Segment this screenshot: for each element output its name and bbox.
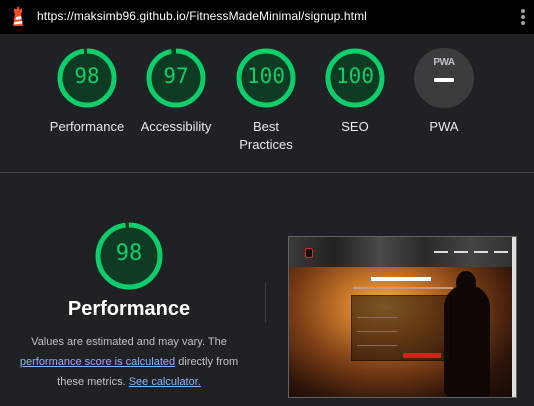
gauge-accessibility[interactable]: 97 Accessibility bbox=[126, 48, 226, 136]
score-label: PWA bbox=[429, 119, 459, 134]
score-value: 100 bbox=[247, 64, 285, 88]
score-label: Accessibility bbox=[140, 119, 212, 134]
score-label: SEO bbox=[341, 119, 369, 134]
performance-description: Values are estimated and may vary. The p… bbox=[14, 332, 244, 392]
performance-detail-title: Performance bbox=[67, 298, 191, 320]
description-text: Values are estimated and may vary. The bbox=[31, 336, 227, 348]
gauge-seo[interactable]: 100 SEO bbox=[305, 48, 405, 136]
thumbnail-form-title bbox=[371, 277, 431, 281]
thumbnail-field bbox=[357, 331, 397, 332]
score-value: 98 bbox=[74, 64, 100, 88]
score-value: 100 bbox=[336, 64, 374, 88]
browser-header: https://maksimb96.github.io/FitnessMadeM… bbox=[0, 0, 534, 34]
gauge-performance[interactable]: 98 Performance bbox=[37, 48, 137, 136]
thumbnail-form bbox=[351, 295, 451, 361]
score-label: Best Practices bbox=[239, 119, 293, 152]
kebab-menu-icon[interactable] bbox=[521, 9, 525, 25]
calculator-link[interactable]: See calculator. bbox=[129, 376, 201, 388]
pwa-dash bbox=[434, 78, 454, 82]
pwa-badge-icon: PWA bbox=[414, 48, 474, 108]
page-url[interactable]: https://maksimb96.github.io/FitnessMadeM… bbox=[37, 9, 367, 23]
gauge-pwa[interactable]: PWA PWA bbox=[394, 48, 494, 136]
vertical-divider bbox=[265, 283, 266, 323]
section-divider bbox=[0, 172, 534, 173]
thumbnail-field bbox=[357, 317, 397, 318]
lighthouse-icon bbox=[13, 7, 23, 26]
performance-detail-score: 98 bbox=[115, 241, 143, 266]
thumbnail-submit-button bbox=[403, 353, 441, 358]
thumbnail-field bbox=[357, 345, 397, 346]
page-screenshot-thumbnail[interactable] bbox=[288, 236, 517, 398]
score-value: 97 bbox=[163, 64, 189, 88]
score-label: Performance bbox=[49, 119, 125, 134]
gauge-best-practices[interactable]: 100 Best Practices bbox=[216, 48, 316, 154]
thumbnail-logo bbox=[305, 248, 313, 258]
score-gauges: 98 Performance 97 Accessibility 100 Best… bbox=[0, 48, 534, 168]
pwa-badge-text: PWA bbox=[433, 57, 455, 68]
thumbnail-scrollbar bbox=[512, 237, 516, 397]
thumbnail-nav bbox=[434, 251, 508, 253]
score-calculation-link[interactable]: performance score is calculated bbox=[20, 356, 175, 368]
thumbnail-form-subtitle bbox=[353, 287, 453, 289]
